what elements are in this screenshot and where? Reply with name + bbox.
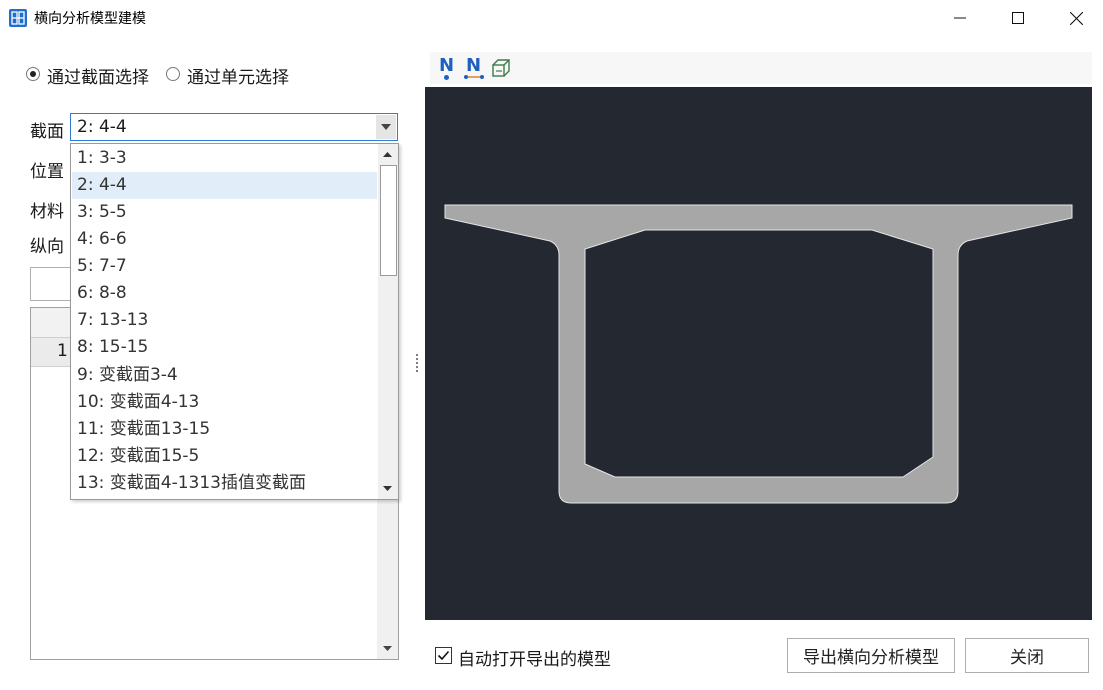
close-icon (1069, 11, 1083, 25)
list-item-selected[interactable]: 2: 4-4 (72, 172, 377, 199)
list-item[interactable]: 8: 15-15 (72, 334, 377, 361)
auto-open-label[interactable]: 自动打开导出的模型 (458, 645, 611, 670)
list-item[interactable]: 10: 变截面4-13 (72, 389, 377, 416)
radio-by-section[interactable] (26, 67, 40, 81)
element-number-icon: N (466, 55, 482, 76)
dropdown-scrollbar[interactable] (378, 144, 398, 499)
list-item[interactable]: 3: 5-5 (72, 199, 377, 226)
list-item[interactable]: 9: 变截面3-4 (72, 362, 377, 389)
triangle-down-icon (383, 486, 392, 491)
3d-view-icon (492, 59, 510, 77)
section-dropdown-list[interactable]: 1: 3-3 2: 4-4 3: 5-5 4: 6-6 5: 7-7 6: 8-… (70, 143, 399, 500)
list-item[interactable]: 12: 变截面15-5 (72, 443, 377, 470)
checkmark-icon (437, 650, 450, 661)
node-dot-icon (444, 75, 449, 80)
node-number-icon: N (439, 55, 455, 76)
triangle-down-icon (383, 646, 392, 651)
grip-dots-icon (416, 354, 418, 372)
minimize-icon (954, 17, 966, 19)
scroll-up-button[interactable] (379, 146, 396, 163)
list-item[interactable]: 11: 变截面13-15 (72, 416, 377, 443)
list-item[interactable]: 5: 7-7 (72, 253, 377, 280)
maximize-icon (1012, 12, 1024, 24)
close-window-button[interactable] (1047, 0, 1103, 36)
title-bar: 横向分析模型建模 (0, 0, 1103, 36)
element-line-icon (464, 75, 484, 79)
section-preview-canvas[interactable] (425, 87, 1092, 620)
export-model-button[interactable]: 导出横向分析模型 (787, 638, 955, 673)
window-title: 横向分析模型建模 (34, 11, 146, 27)
minimize-button[interactable] (931, 0, 989, 36)
radio-by-element[interactable] (166, 67, 180, 81)
list-item[interactable]: 7: 13-13 (72, 307, 377, 334)
element-number-button[interactable]: N (463, 55, 487, 81)
scroll-thumb[interactable] (380, 165, 397, 276)
list-item[interactable]: 1: 3-3 (72, 145, 377, 172)
panel-scroll-down-button[interactable] (379, 640, 396, 657)
list-item[interactable]: 4: 6-6 (72, 226, 377, 253)
triangle-up-icon (383, 152, 392, 157)
close-button[interactable]: 关闭 (965, 638, 1089, 673)
row-header: 1 (31, 338, 71, 367)
splitter-handle[interactable] (415, 353, 419, 373)
3d-view-button[interactable] (490, 55, 514, 81)
scroll-down-button[interactable] (379, 480, 396, 497)
section-label: 截面 (30, 122, 64, 142)
app-grid-icon (9, 9, 27, 27)
box-girder-section (444, 204, 1073, 504)
material-label: 材料 (30, 202, 64, 222)
list-item[interactable]: 6: 8-8 (72, 280, 377, 307)
radio-by-section-label[interactable]: 通过截面选择 (47, 63, 149, 88)
chevron-down-icon (381, 124, 391, 130)
row-number: 1 (57, 341, 68, 361)
position-label: 位置 (30, 162, 64, 182)
auto-open-checkbox[interactable] (435, 647, 452, 664)
radio-by-element-label[interactable]: 通过单元选择 (187, 63, 289, 88)
node-number-button[interactable]: N (436, 55, 460, 81)
dropdown-arrow-button[interactable] (376, 115, 396, 139)
section-combobox-value: 2: 4-4 (77, 117, 127, 137)
longitudinal-label: 纵向 (30, 237, 64, 257)
maximize-button[interactable] (989, 0, 1047, 36)
list-item[interactable]: 13: 变截面4-1313插值变截面 (72, 470, 377, 497)
section-combobox[interactable]: 2: 4-4 (70, 113, 398, 141)
preview-toolbar: N N (430, 52, 1092, 84)
